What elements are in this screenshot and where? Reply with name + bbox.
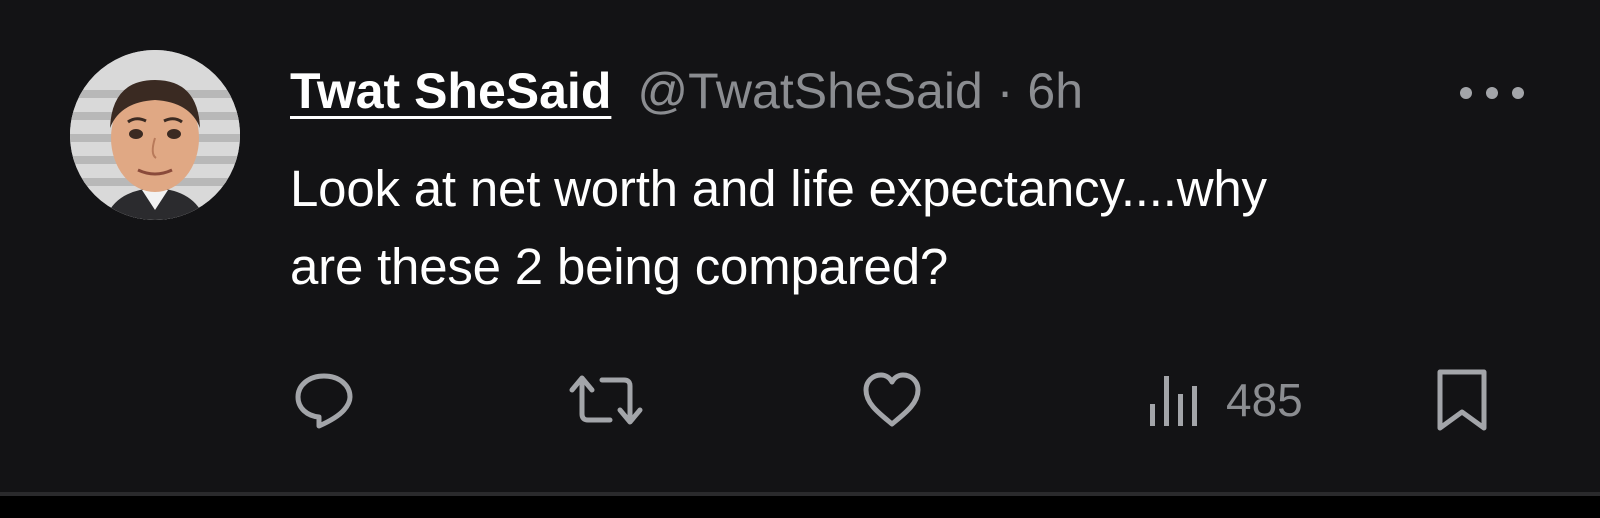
timestamp[interactable]: 6h xyxy=(1027,62,1083,120)
views-button[interactable]: 485 xyxy=(1146,368,1303,432)
bookmark-icon xyxy=(1437,369,1487,431)
tweet-text-line: are these 2 being compared? xyxy=(290,238,949,295)
user-handle[interactable]: @TwatSheSaid xyxy=(637,62,982,120)
retweet-button[interactable] xyxy=(564,368,648,432)
bar-chart-icon xyxy=(1150,376,1197,426)
ellipsis-icon xyxy=(1460,87,1524,99)
heart-icon xyxy=(863,372,921,427)
retweet-icon xyxy=(569,375,643,425)
separator-dot: · xyxy=(996,63,1014,119)
tweet-text-line: Look at net worth and life expectancy...… xyxy=(290,160,1267,217)
display-name[interactable]: Twat SheSaid xyxy=(290,62,611,120)
tweet-card[interactable]: Twat SheSaid @TwatSheSaid · 6h Look at n… xyxy=(0,0,1600,496)
speech-bubble-icon xyxy=(295,373,353,429)
views-count: 485 xyxy=(1226,374,1303,426)
tweet-header: Twat SheSaid @TwatSheSaid · 6h xyxy=(290,62,1083,122)
reply-button[interactable] xyxy=(292,368,356,432)
avatar[interactable] xyxy=(70,50,240,220)
avatar-image xyxy=(70,50,240,220)
like-button[interactable] xyxy=(860,368,924,432)
tweet-text: Look at net worth and life expectancy...… xyxy=(290,150,1550,306)
more-options-button[interactable] xyxy=(1456,78,1528,108)
bookmark-button[interactable] xyxy=(1434,368,1490,432)
